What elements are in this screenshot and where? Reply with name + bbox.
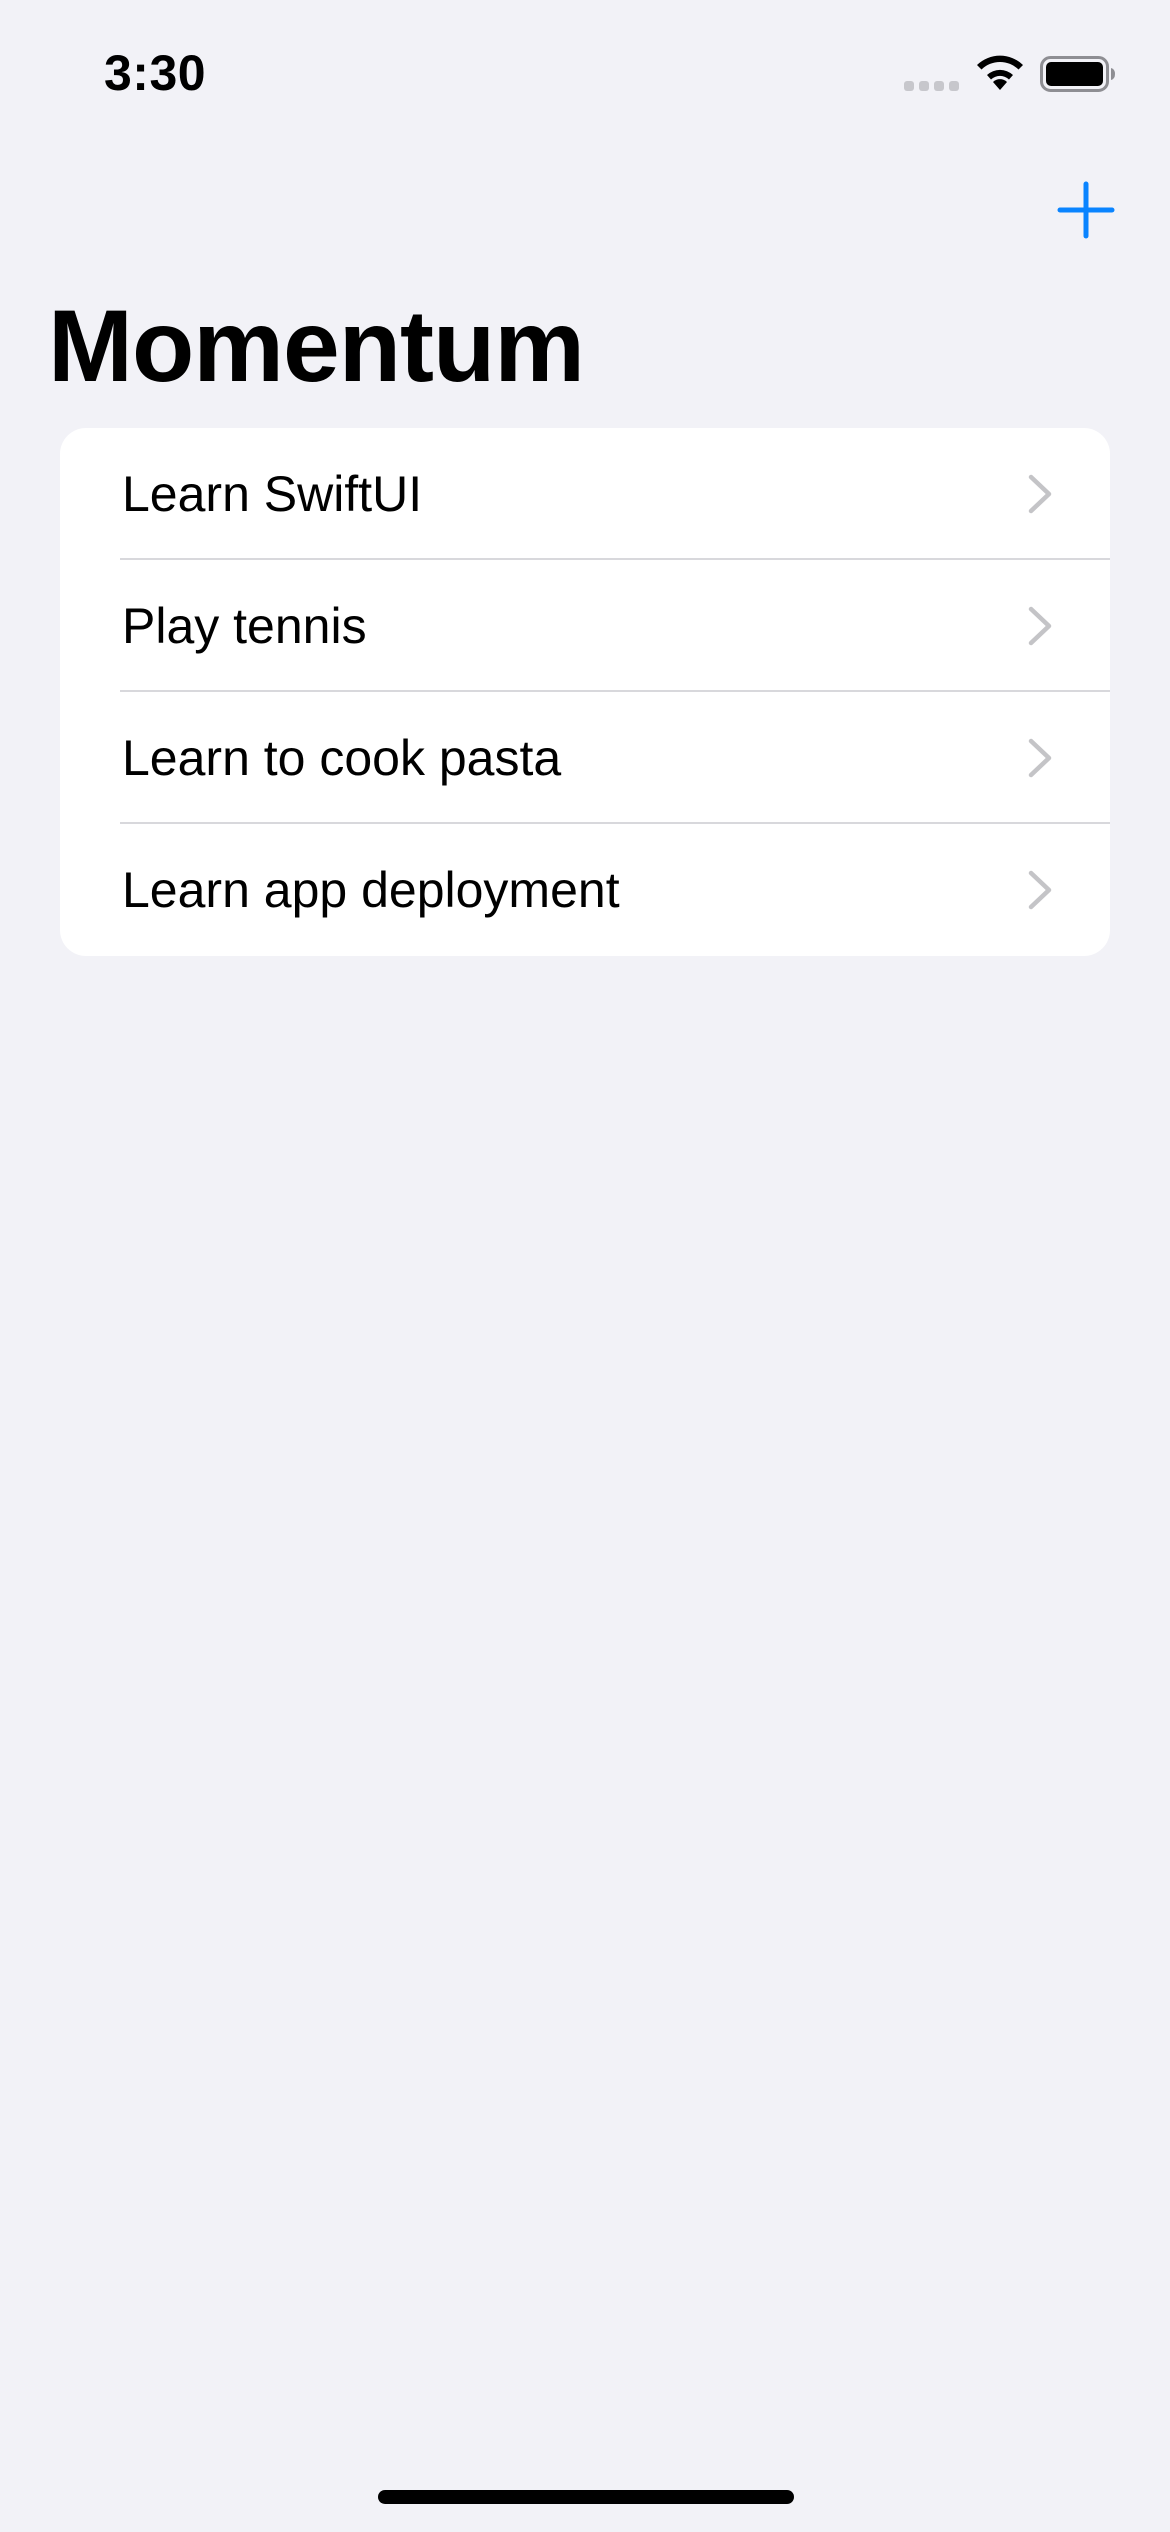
add-button[interactable]	[1056, 180, 1116, 240]
page-title: Momentum	[48, 289, 585, 403]
status-bar: 3:30	[0, 0, 1170, 150]
list-item-label: Learn app deployment	[122, 862, 620, 918]
list-item-label: Play tennis	[122, 598, 367, 654]
list-item-label: Learn SwiftUI	[122, 466, 423, 522]
cellular-signal-icon	[904, 81, 959, 91]
list-item[interactable]: Play tennis	[60, 560, 1110, 692]
list-item[interactable]: Learn app deployment	[60, 824, 1110, 956]
chevron-right-icon	[1028, 474, 1052, 514]
battery-icon	[1040, 56, 1115, 92]
list-item[interactable]: Learn to cook pasta	[60, 692, 1110, 824]
plus-icon	[1057, 181, 1115, 239]
app-screen: 3:30 Momentum Learn SwiftUI Play tennis …	[0, 0, 1170, 2532]
home-indicator[interactable]	[378, 2490, 794, 2504]
goal-list: Learn SwiftUI Play tennis Learn to cook …	[60, 428, 1110, 956]
wifi-icon	[977, 55, 1023, 90]
chevron-right-icon	[1028, 738, 1052, 778]
status-time: 3:30	[104, 45, 207, 101]
chevron-right-icon	[1028, 606, 1052, 646]
chevron-right-icon	[1028, 870, 1052, 910]
list-item[interactable]: Learn SwiftUI	[60, 428, 1110, 560]
list-item-label: Learn to cook pasta	[122, 730, 562, 786]
